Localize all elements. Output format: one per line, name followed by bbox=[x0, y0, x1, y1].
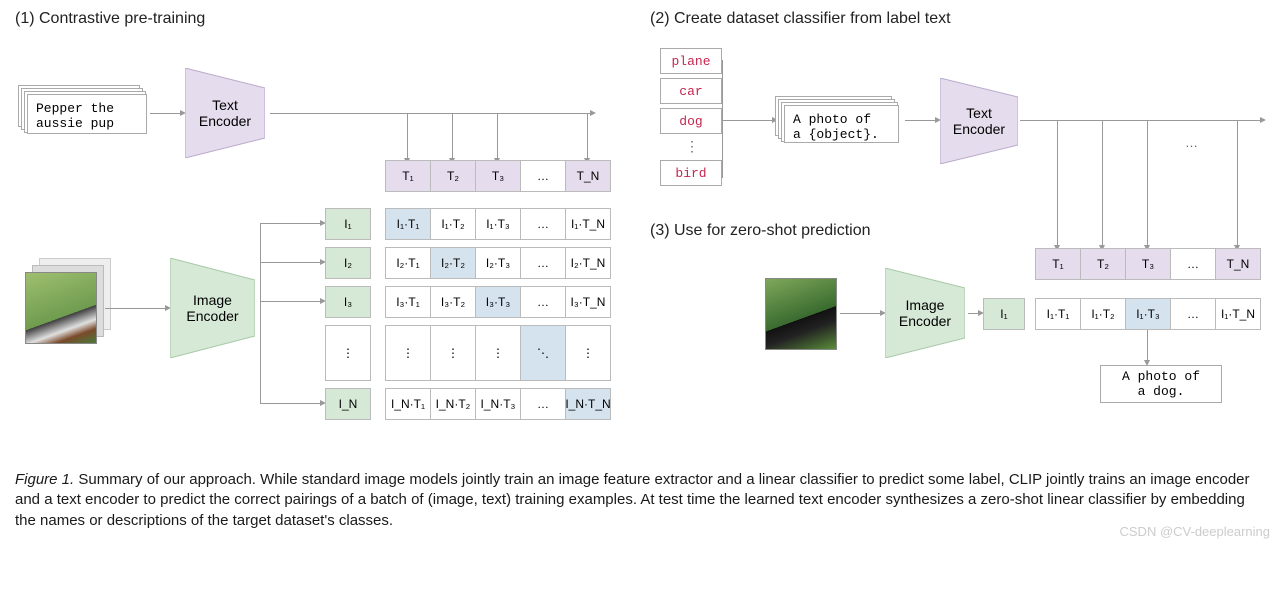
a2-t3 bbox=[1147, 120, 1148, 245]
cell-Tdots: … bbox=[520, 160, 566, 192]
caption-body: Summary of our approach. While standard … bbox=[15, 471, 1250, 529]
mN3: I_N·T₃ bbox=[475, 388, 521, 420]
clip-figure: { "titles": { "t1": "(1) Contrastive pre… bbox=[0, 0, 1280, 597]
cell-Idots: ⋮ bbox=[325, 325, 371, 381]
p3-T2: T₂ bbox=[1080, 248, 1126, 280]
p3m3: I₁·T₃ bbox=[1125, 298, 1171, 330]
m2N: I₂·T_N bbox=[565, 247, 611, 279]
mN2: I_N·T₂ bbox=[430, 388, 476, 420]
arrow-img-to-enc-2 bbox=[840, 313, 880, 314]
m11: I₁·T₁ bbox=[385, 208, 431, 240]
cell-T3: T₃ bbox=[475, 160, 521, 192]
class-bird: bird bbox=[660, 160, 722, 186]
text-input-stack: Pepper the aussie pup bbox=[18, 85, 138, 125]
p3-Td: … bbox=[1170, 248, 1216, 280]
p3m1: I₁·T₁ bbox=[1035, 298, 1081, 330]
ai2 bbox=[260, 262, 320, 263]
p3md: … bbox=[1170, 298, 1216, 330]
m32: I₃·T₂ bbox=[430, 286, 476, 318]
p3mN: I₁·T_N bbox=[1215, 298, 1261, 330]
arrow-enc2-out bbox=[1020, 120, 1260, 121]
m21: I₂·T₁ bbox=[385, 247, 431, 279]
arrow-class-to-prompt bbox=[722, 120, 772, 121]
class-dog: dog bbox=[660, 108, 722, 134]
a-tn bbox=[587, 113, 588, 158]
image-encoder-1: Image Encoder bbox=[170, 258, 255, 358]
cell-T2: T₂ bbox=[430, 160, 476, 192]
title-3: (3) Use for zero-shot prediction bbox=[650, 222, 871, 240]
prompt-text: A photo of a {object}. bbox=[784, 105, 899, 143]
m3d: … bbox=[520, 286, 566, 318]
t2-dots: … bbox=[1185, 135, 1198, 150]
arrow-to-output bbox=[1147, 330, 1148, 360]
image-encoder-2: Image Encoder bbox=[885, 268, 965, 358]
a-t2 bbox=[452, 113, 453, 158]
vline-i bbox=[260, 223, 261, 403]
m33: I₃·T₃ bbox=[475, 286, 521, 318]
image-input-dog bbox=[25, 272, 97, 344]
arrow-enc2-to-I bbox=[968, 313, 978, 314]
title-1: (1) Contrastive pre-training bbox=[15, 10, 205, 28]
a-t3 bbox=[497, 113, 498, 158]
a2-tn bbox=[1237, 120, 1238, 245]
mdd: ⋱ bbox=[520, 325, 566, 381]
mNd: … bbox=[520, 388, 566, 420]
figure-caption: Figure 1. Summary of our approach. While… bbox=[15, 470, 1265, 531]
image-encoder-label-2: Image Encoder bbox=[885, 297, 965, 329]
text-encoder-label-2: Text Encoder bbox=[940, 105, 1018, 137]
cell-TN: T_N bbox=[565, 160, 611, 192]
text-input-example: Pepper the aussie pup bbox=[27, 94, 147, 134]
mNN: I_N·T_N bbox=[565, 388, 611, 420]
p3m2: I₁·T₂ bbox=[1080, 298, 1126, 330]
arrow-img-to-enc-1 bbox=[105, 308, 165, 309]
ain bbox=[260, 403, 320, 404]
image-encoder-label-1: Image Encoder bbox=[170, 292, 255, 324]
p3-TN: T_N bbox=[1215, 248, 1261, 280]
output-box: A photo of a dog. bbox=[1100, 365, 1222, 403]
m1N: I₁·T_N bbox=[565, 208, 611, 240]
md3: ⋮ bbox=[475, 325, 521, 381]
m13: I₁·T₃ bbox=[475, 208, 521, 240]
m22: I₂·T₂ bbox=[430, 247, 476, 279]
mN1: I_N·T₁ bbox=[385, 388, 431, 420]
p3-T1: T₁ bbox=[1035, 248, 1081, 280]
image-input-test bbox=[765, 278, 837, 350]
a2-t1 bbox=[1057, 120, 1058, 245]
arrow-prompt-to-enc bbox=[905, 120, 935, 121]
a2-t2 bbox=[1102, 120, 1103, 245]
m1d: … bbox=[520, 208, 566, 240]
cell-I3: I₃ bbox=[325, 286, 371, 318]
class-dots: ⋮ bbox=[685, 138, 699, 155]
vline-classes bbox=[722, 60, 723, 178]
p3-T3: T₃ bbox=[1125, 248, 1171, 280]
text-encoder-2: Text Encoder bbox=[940, 78, 1018, 164]
output-text: A photo of a dog. bbox=[1122, 369, 1200, 399]
cell-I2: I₂ bbox=[325, 247, 371, 279]
arrow-text-to-enc bbox=[150, 113, 180, 114]
arrow-enc-to-t bbox=[270, 113, 590, 114]
ai3 bbox=[260, 301, 320, 302]
cell-T1: T₁ bbox=[385, 160, 431, 192]
a-t1 bbox=[407, 113, 408, 158]
class-car: car bbox=[660, 78, 722, 104]
md1: ⋮ bbox=[385, 325, 431, 381]
prompt-stack: A photo of a {object}. bbox=[775, 96, 890, 134]
caption-label: Figure 1. bbox=[15, 471, 74, 488]
cell-IN: I_N bbox=[325, 388, 371, 420]
cell-I1: I₁ bbox=[325, 208, 371, 240]
m3N: I₃·T_N bbox=[565, 286, 611, 318]
title-2: (2) Create dataset classifier from label… bbox=[650, 10, 951, 28]
md2: ⋮ bbox=[430, 325, 476, 381]
m2d: … bbox=[520, 247, 566, 279]
ai1 bbox=[260, 223, 320, 224]
mdN: ⋮ bbox=[565, 325, 611, 381]
m31: I₃·T₁ bbox=[385, 286, 431, 318]
p3-I1: I₁ bbox=[983, 298, 1025, 330]
m23: I₂·T₃ bbox=[475, 247, 521, 279]
text-encoder-1: Text Encoder bbox=[185, 68, 265, 158]
class-plane: plane bbox=[660, 48, 722, 74]
m12: I₁·T₂ bbox=[430, 208, 476, 240]
text-encoder-label-1: Text Encoder bbox=[185, 97, 265, 129]
